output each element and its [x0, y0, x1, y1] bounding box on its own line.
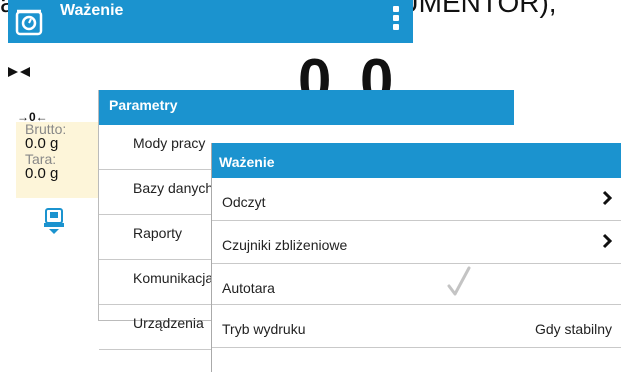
menu-kebab-icon[interactable] [389, 6, 403, 36]
print-icon[interactable] [43, 207, 65, 235]
parametry-header: Parametry [99, 90, 514, 125]
menu-item-tryb-wydruku[interactable]: Tryb wydruku Gdy stabilny [212, 305, 621, 348]
chevron-right-icon [602, 233, 612, 249]
menu-item-label: Czujniki zbliżeniowe [222, 237, 348, 253]
tara-label: Tara: [25, 151, 57, 167]
info-panel: Brutto: 0.0 g Tara: 0.0 g [16, 122, 98, 198]
stability-icon [8, 67, 30, 77]
menu-item-autotara[interactable]: Autotara [212, 264, 621, 305]
menu-item-value: Gdy stabilny [534, 321, 612, 337]
title-bar: Ważenie [8, 0, 413, 43]
menu-item-label: Autotara [222, 280, 275, 296]
brutto-value: 0.0 g [25, 135, 59, 152]
menu-item-label: Odczyt [222, 194, 266, 210]
scale-icon[interactable] [14, 6, 44, 36]
menu-item-odczyt[interactable]: Odczyt [212, 178, 621, 221]
checkmark-icon [447, 266, 471, 296]
chevron-right-icon [602, 190, 612, 206]
tara-value: 0.0 g [25, 165, 59, 182]
brutto-label: Brutto: [25, 121, 67, 137]
menu-item-czujniki[interactable]: Czujniki zbliżeniowe [212, 221, 621, 264]
app-title: Ważenie [60, 2, 124, 19]
wazenie-panel: Ważenie Odczyt Czujniki zbliżeniowe Auto… [211, 143, 621, 372]
wazenie-header: Ważenie [212, 143, 621, 178]
menu-item-label: Tryb wydruku [222, 321, 306, 337]
